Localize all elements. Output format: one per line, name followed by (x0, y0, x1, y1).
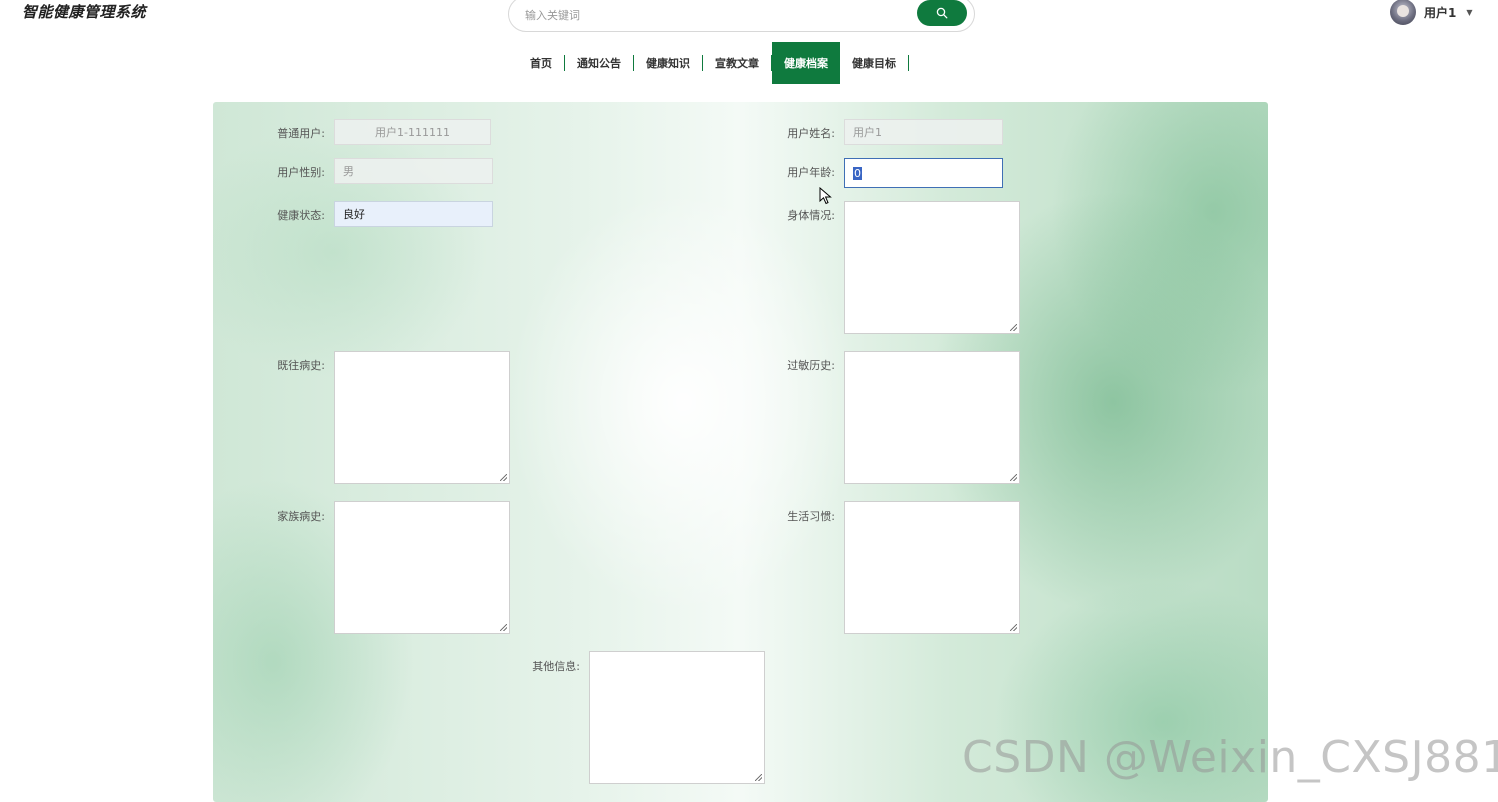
body-condition-label: 身体情况: (787, 209, 835, 222)
nav-articles[interactable]: 宣教文章 (703, 42, 771, 84)
search-bar (508, 0, 975, 32)
family-history-label: 家族病史: (277, 510, 325, 523)
living-habits-label: 生活习惯: (787, 510, 835, 523)
nav-divider (908, 55, 909, 71)
user-name-label: 用户姓名: (787, 127, 835, 140)
user-age-label: 用户年龄: (787, 166, 835, 179)
nav-health-goals[interactable]: 健康目标 (840, 42, 908, 84)
site-title: 智能健康管理系统 (22, 3, 147, 21)
user-age-value: 0 (853, 166, 862, 180)
other-info-label: 其他信息: (532, 660, 580, 673)
allergy-history-textarea[interactable] (844, 351, 1020, 484)
other-info-textarea[interactable] (589, 651, 765, 784)
regular-user-field: 用户1-111111 (334, 119, 491, 145)
family-history-textarea[interactable] (334, 501, 510, 634)
user-gender-field: 男 (334, 158, 493, 184)
user-gender-label: 用户性别: (277, 166, 325, 179)
nav-home[interactable]: 首页 (518, 42, 564, 84)
watermark: CSDN @Weixin_CXSJ881 (962, 732, 1498, 783)
living-habits-textarea[interactable] (844, 501, 1020, 634)
user-menu[interactable]: 用户1 ▼ (1390, 0, 1473, 25)
past-history-textarea[interactable] (334, 351, 510, 484)
search-input[interactable] (523, 3, 903, 27)
health-status-label: 健康状态: (277, 209, 325, 222)
user-name-field: 用户1 (844, 119, 1003, 145)
search-button[interactable] (917, 0, 967, 26)
health-record-form: 普通用户: 用户1-111111 用户姓名: 用户1 用户性别: 男 用户年龄:… (213, 102, 1268, 802)
nav-notices[interactable]: 通知公告 (565, 42, 633, 84)
mouse-cursor-icon (819, 187, 832, 205)
health-status-select[interactable]: 良好 (334, 201, 493, 227)
allergy-history-label: 过敏历史: (787, 359, 835, 372)
avatar[interactable] (1390, 0, 1416, 25)
caret-down-icon[interactable]: ▼ (1466, 8, 1472, 17)
nav-health-records[interactable]: 健康档案 (772, 42, 840, 84)
past-history-label: 既往病史: (277, 359, 325, 372)
body-condition-textarea[interactable] (844, 201, 1020, 334)
search-icon (936, 7, 948, 19)
nav-health-knowledge[interactable]: 健康知识 (634, 42, 702, 84)
main-nav: 首页 通知公告 健康知识 宣教文章 健康档案 健康目标 (518, 42, 909, 84)
regular-user-label: 普通用户: (277, 127, 325, 140)
user-name[interactable]: 用户1 (1424, 4, 1456, 21)
user-age-input[interactable]: 0 (844, 158, 1003, 188)
